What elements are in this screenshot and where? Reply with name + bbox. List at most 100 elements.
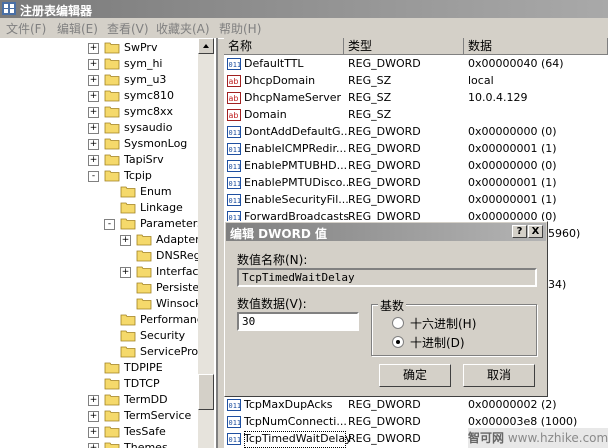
value-row[interactable]: 011 EnableICMPRedir... REG_DWORD 0x00000001… [224,141,608,158]
radio-dec-label[interactable]: 十进制(D) [410,334,465,351]
expand-icon[interactable]: + [88,59,99,70]
value-data-input[interactable]: 30 [237,312,359,331]
tree-item-label: Themes [124,441,168,448]
partial-data-fragment: 5960) [548,227,581,240]
help-button[interactable]: ? [512,225,527,238]
tree-item-label: TapiSrv [124,153,164,166]
value-row[interactable]: ab DhcpDomain REG_SZ local [224,73,608,90]
dword-value-icon: 011 [227,177,241,189]
value-row[interactable]: 011 DontAddDefaultG... REG_DWORD 0x00000000… [224,124,608,141]
value-name: DhcpNameServer [244,91,341,104]
collapse-icon[interactable]: - [104,219,115,230]
svg-text:ab: ab [229,94,239,103]
expand-icon[interactable]: + [88,155,99,166]
folder-icon [120,313,136,326]
expand-icon[interactable]: + [120,235,131,246]
value-data: 0x00000001 (1) [468,142,557,155]
tree-item-label: Tcpip [124,169,152,182]
value-name: EnablePMTUBHD... [244,159,348,172]
folder-icon [120,217,136,230]
svg-text:ab: ab [229,111,239,120]
menu-help[interactable]: 帮助(H) [219,20,261,37]
value-row[interactable]: ab Domain REG_SZ [224,107,608,124]
column-header-type[interactable]: 类型 [344,38,464,55]
tree-item-label: Linkage [140,201,183,214]
value-name: DhcpDomain [244,74,316,87]
tree-item-label: Parameters [140,217,203,230]
expand-icon[interactable]: + [88,411,99,422]
menu-file[interactable]: 文件(F) [6,20,46,37]
value-row[interactable]: 011 EnablePMTUBHD... REG_DWORD 0x00000000 (… [224,158,608,175]
string-value-icon: ab [227,92,241,104]
registry-tree[interactable]: + SwPrv + sym_hi + sym_u3 + symc810 + symc8xx + sys… [0,38,218,448]
folder-icon [104,361,120,374]
tree-item-label: DNSReg [156,249,201,262]
folder-icon [136,233,152,246]
value-row[interactable]: 011 DefaultTTL REG_DWORD 0x00000040 (64) [224,56,608,73]
close-button[interactable]: X [528,225,543,238]
dword-value-icon: 011 [227,58,241,70]
value-row[interactable]: 011 TcpMaxDupAcks REG_DWORD 0x00000002 (2) [224,397,608,414]
folder-icon [120,185,136,198]
expand-icon[interactable]: + [88,139,99,150]
expand-icon[interactable]: + [88,43,99,54]
value-name: DefaultTTL [244,57,304,70]
value-row[interactable]: ab DhcpNameServer REG_SZ 10.0.4.129 [224,90,608,107]
folder-icon [136,249,152,262]
title-bar: 注册表编辑器 [0,0,608,18]
tree-item-label: sym_u3 [124,73,167,86]
collapse-icon[interactable]: - [88,171,99,182]
value-type: REG_DWORD [348,159,421,172]
folder-icon [104,377,120,390]
dword-value-icon: 011 [227,399,241,411]
menu-view[interactable]: 查看(V) [107,20,149,37]
tree-item-label: TermService [124,409,192,422]
tree-item-label: Winsock [156,297,202,310]
tree-vertical-scrollbar[interactable] [198,38,214,448]
radio-hex-label[interactable]: 十六进制(H) [410,315,476,332]
value-data: local [468,74,494,87]
column-header-name[interactable]: 名称 [224,38,344,55]
expand-icon[interactable]: + [88,91,99,102]
expand-icon[interactable]: + [88,395,99,406]
tree-item-label: Interfac [156,265,199,278]
tree-item-label: sysaudio [124,121,173,134]
radio-hex[interactable] [392,317,404,329]
column-header-data[interactable]: 数据 [464,38,608,55]
value-name: EnableICMPRedir... [244,142,347,155]
value-type: REG_DWORD [348,125,421,138]
ok-button[interactable]: 确定 [379,364,451,387]
dword-value-icon: 011 [227,416,241,428]
value-name-field: TcpTimedWaitDelay [237,268,537,287]
menu-bar: 文件(F) 编辑(E) 查看(V) 收藏夹(A) 帮助(H) [0,18,608,39]
expand-icon[interactable]: + [88,75,99,86]
menu-favorites[interactable]: 收藏夹(A) [156,20,210,37]
value-type: REG_DWORD [348,432,421,445]
value-row[interactable]: 011 EnablePMTUDisco... REG_DWORD 0x00000001… [224,175,608,192]
folder-icon [120,329,136,342]
tree-item-label: Adapter [156,233,200,246]
folder-icon [104,105,120,118]
tree-item-label: TDTCP [124,377,160,390]
expand-icon[interactable]: + [88,427,99,438]
expand-icon[interactable]: + [120,267,131,278]
cancel-button[interactable]: 取消 [463,364,535,387]
scroll-thumb[interactable] [198,374,214,410]
folder-icon [104,169,120,182]
folder-icon [104,41,120,54]
value-name: Domain [244,108,287,121]
expand-icon[interactable]: + [88,123,99,134]
tree-item-label: sym_hi [124,57,163,70]
expand-icon[interactable]: + [88,443,99,448]
tree-item-label: Persiste [156,281,200,294]
value-data: 0x00000000 (0) [468,159,557,172]
folder-icon [136,297,152,310]
svg-text:011: 011 [229,436,242,444]
scroll-up-button[interactable] [198,38,214,54]
menu-edit[interactable]: 编辑(E) [57,20,98,37]
expand-icon[interactable]: + [88,107,99,118]
value-type: REG_SZ [348,74,392,87]
value-row[interactable]: 011 EnableSecurityFil... REG_DWORD 0x000000… [224,192,608,209]
site-watermark: 智可网 www.hzhike.com [468,428,608,448]
radio-dec[interactable] [392,336,404,348]
